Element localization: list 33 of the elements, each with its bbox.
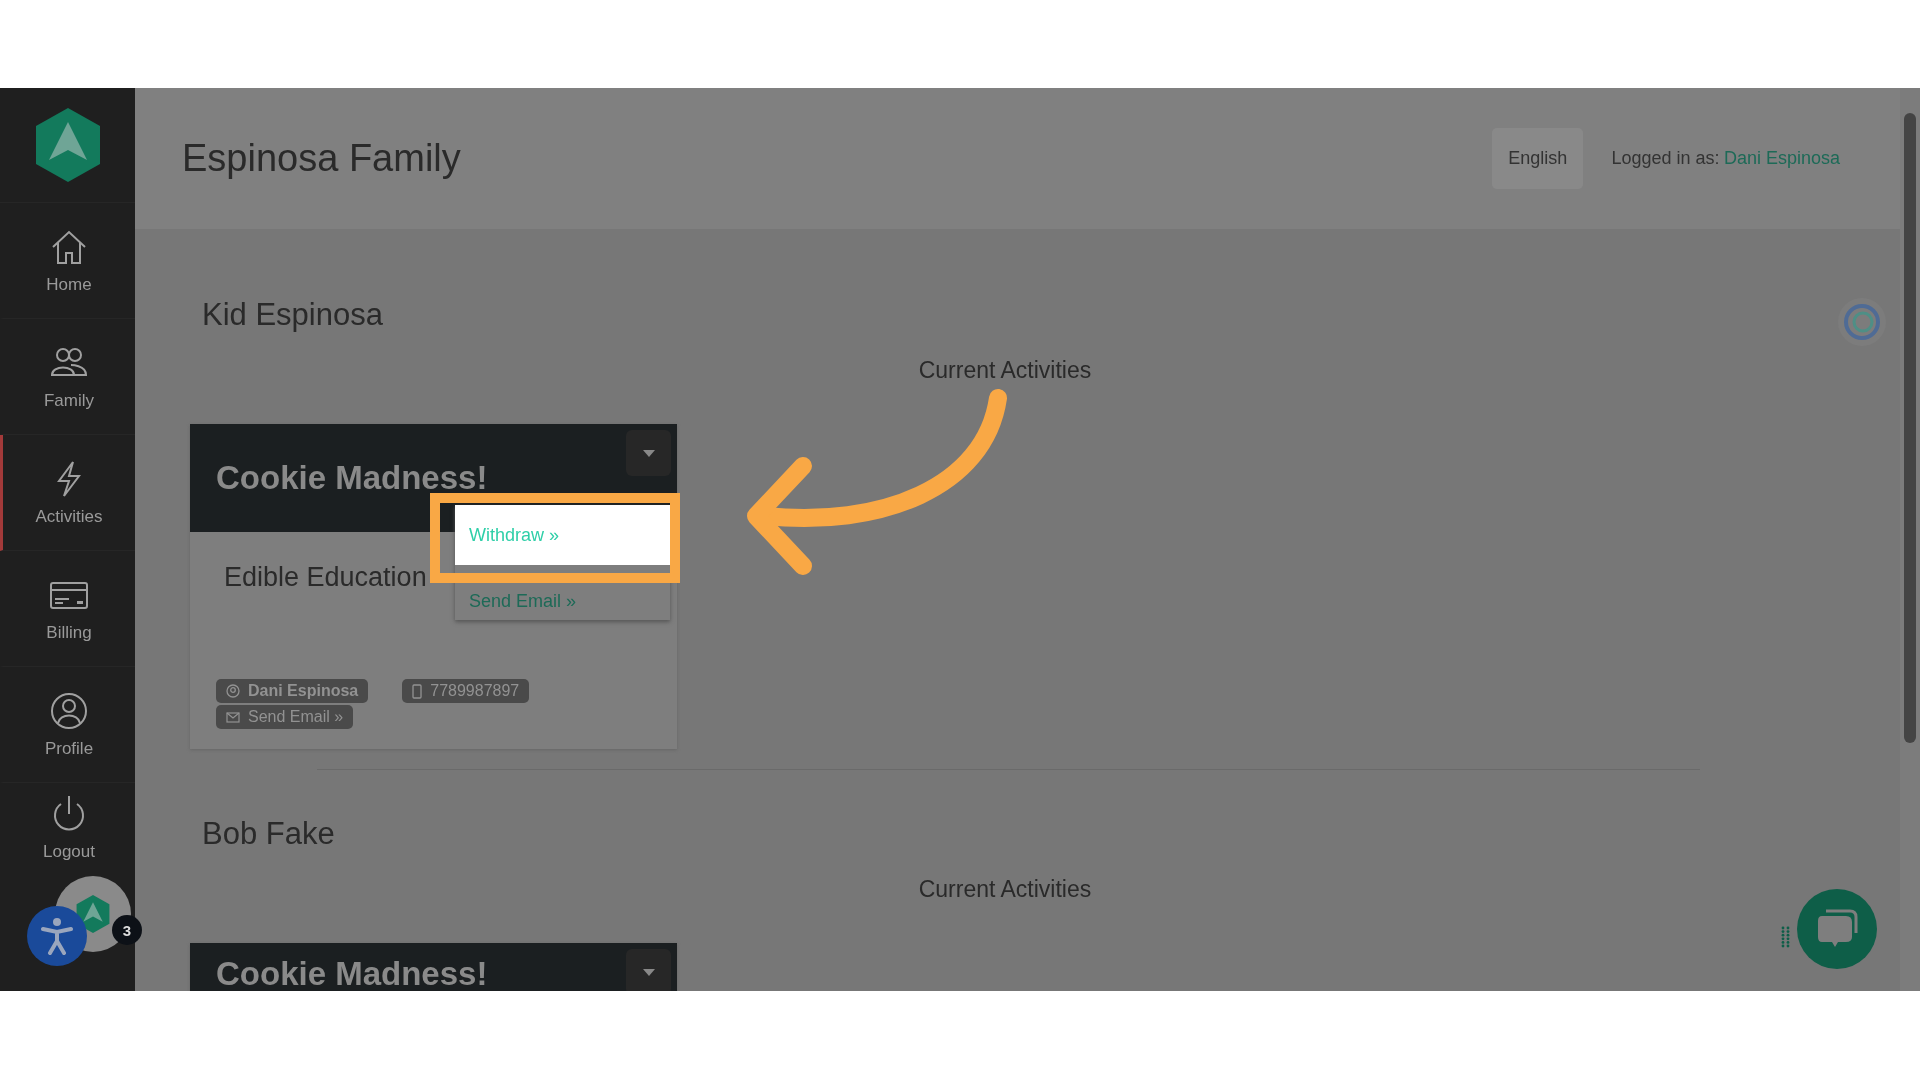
user-icon — [226, 684, 240, 698]
phone-icon — [412, 683, 423, 699]
sidebar-item[interactable]: Profile — [0, 667, 135, 783]
drag-handle-icon[interactable] — [1781, 926, 1791, 948]
scrollbar[interactable] — [1900, 88, 1920, 991]
sidebar-item[interactable]: Logout — [0, 783, 135, 873]
logged-in-label: Logged in as: — [1611, 148, 1720, 168]
calendar-widget-icon[interactable] — [1838, 298, 1886, 346]
page-title: Espinosa Family — [182, 137, 462, 180]
chat-bubble-icon — [1816, 909, 1858, 949]
sidebar-item[interactable]: Billing — [0, 551, 135, 667]
contact-chip: Dani Espinosa — [216, 679, 369, 703]
activity-title: Cookie Madness! — [216, 955, 488, 991]
envelope-icon — [226, 711, 240, 723]
dropdown-toggle[interactable] — [626, 949, 671, 991]
activity-title: Cookie Madness! — [216, 459, 488, 497]
user-icon — [49, 690, 89, 731]
child-name: Bob Fake — [202, 816, 336, 852]
language-button[interactable]: English — [1492, 128, 1584, 189]
caret-icon — [642, 449, 655, 457]
phone-chip: 7789987897 — [402, 679, 530, 703]
section-title: Current Activities — [917, 357, 1093, 384]
section-title: Current Activities — [917, 876, 1093, 903]
sidebar-item[interactable]: Home — [0, 203, 135, 319]
provider-name: Edible Education — [224, 562, 428, 593]
dropdown-toggle[interactable] — [626, 430, 671, 476]
notification-badge: 3 — [112, 915, 142, 945]
sidebar-item[interactable]: Family — [0, 319, 135, 435]
caret-icon — [642, 968, 655, 976]
sidebar-item[interactable]: Activities — [0, 435, 135, 551]
child-name: Kid Espinosa — [202, 297, 384, 333]
accessibility-icon — [40, 917, 74, 955]
scroll-thumb[interactable] — [1904, 113, 1916, 743]
